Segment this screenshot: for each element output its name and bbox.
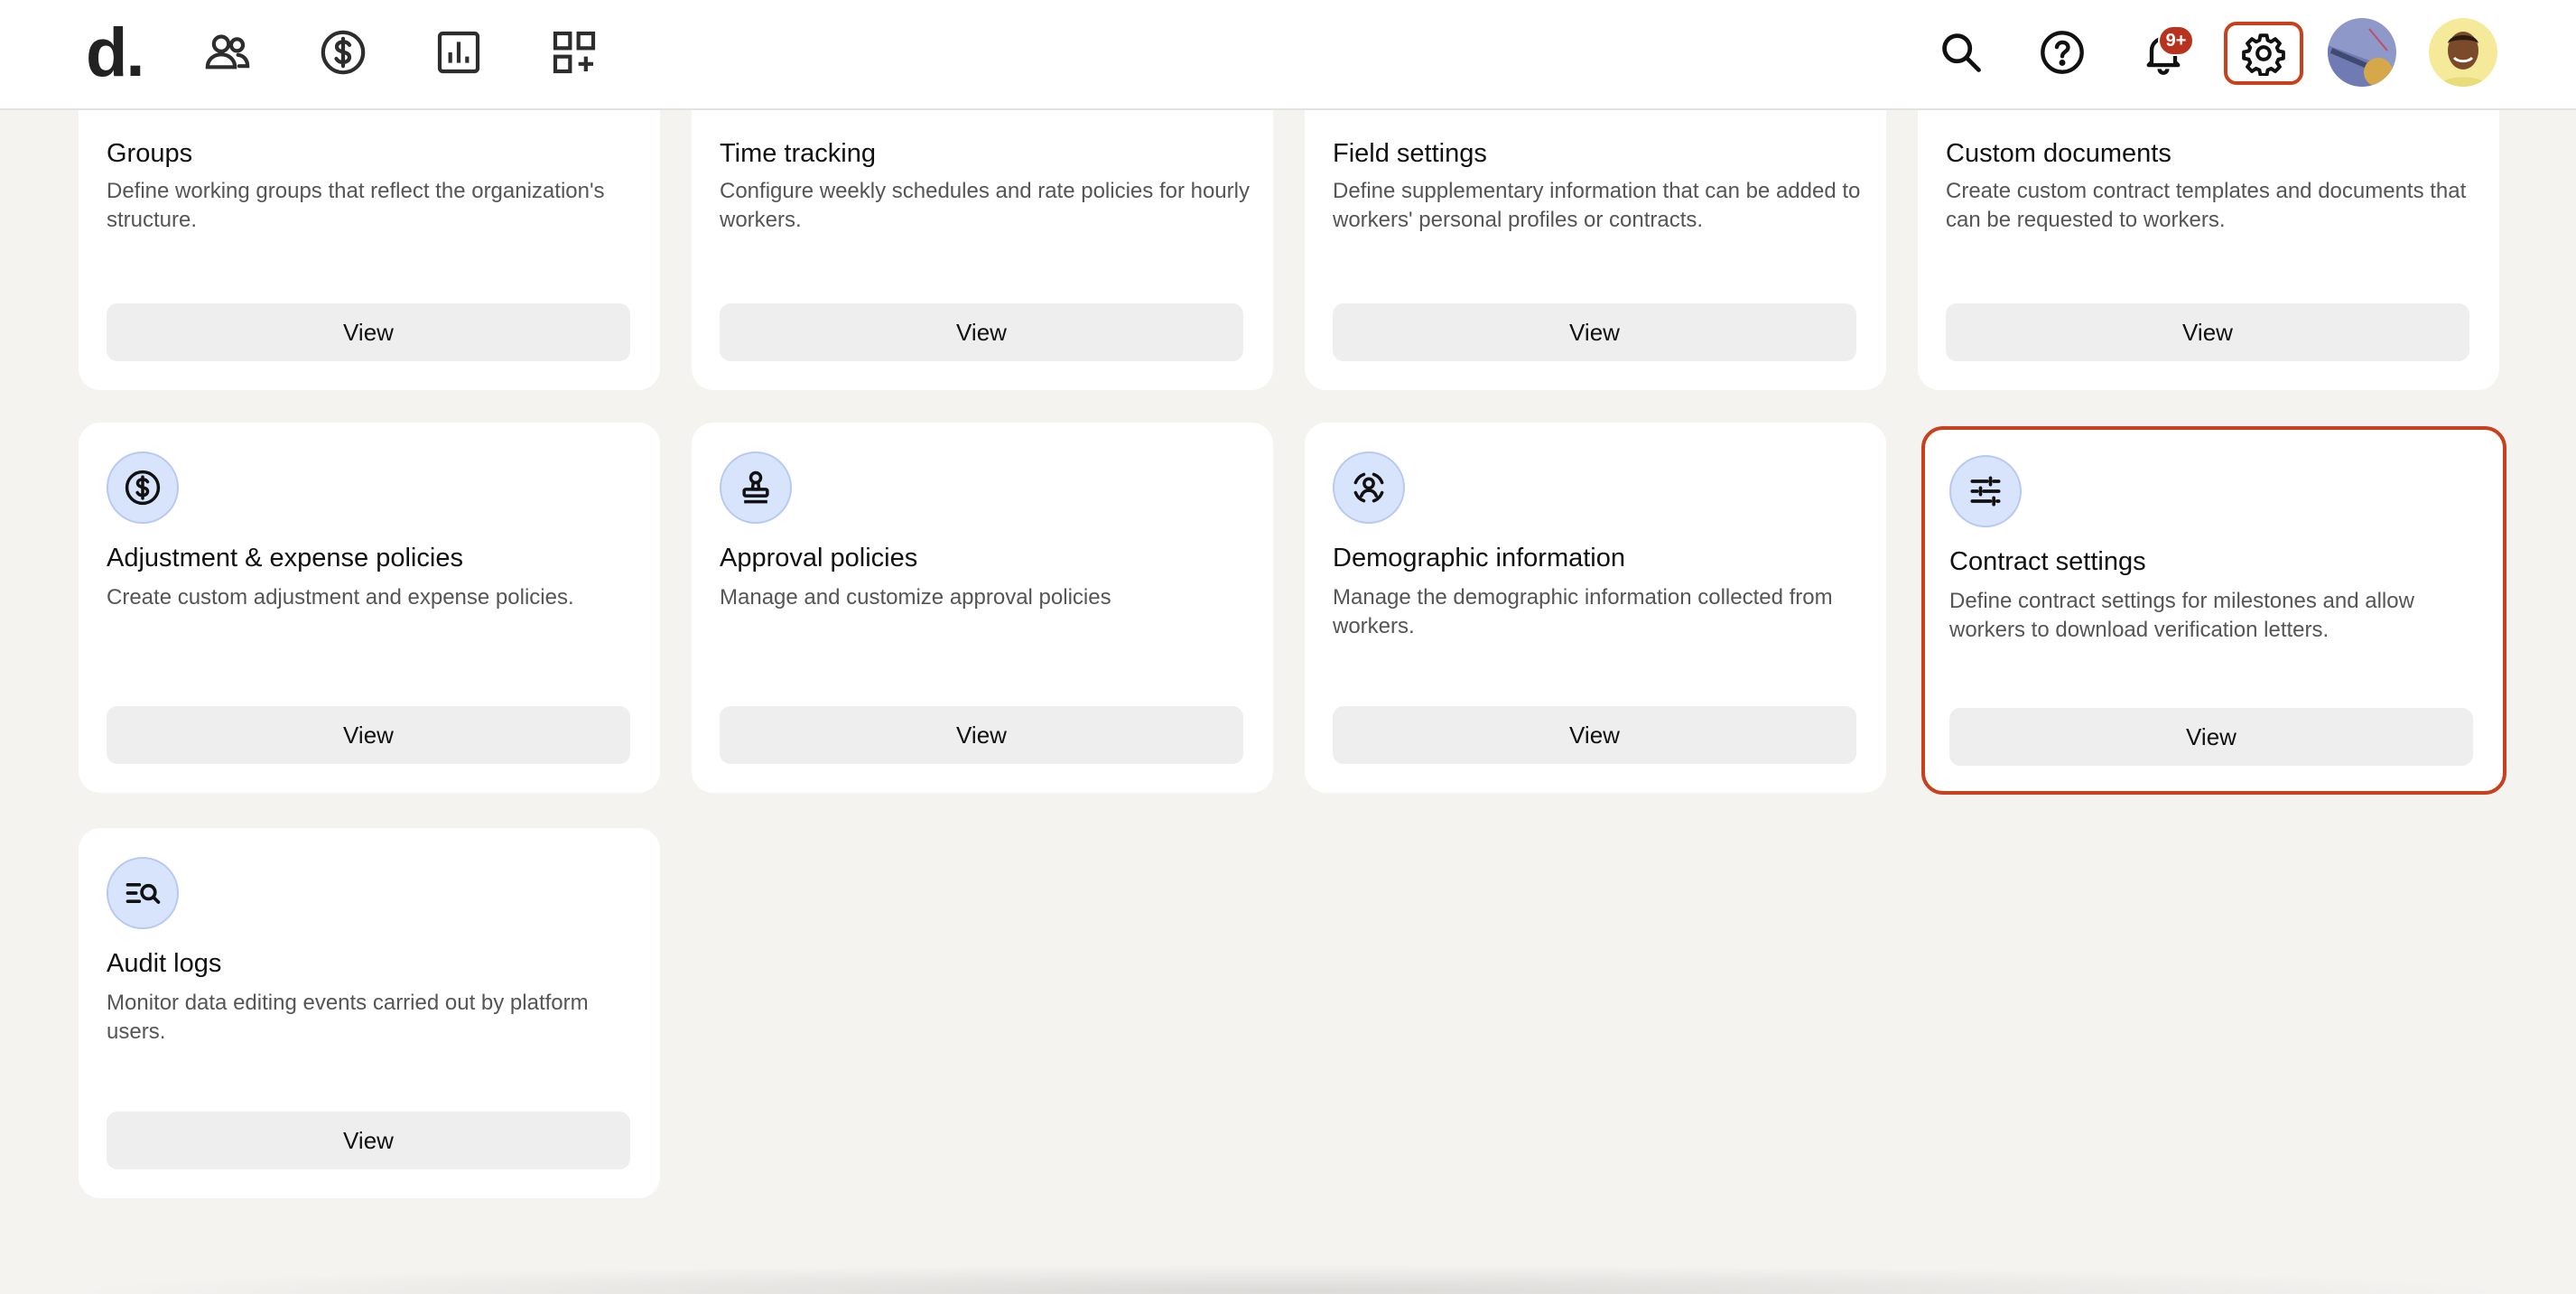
view-button[interactable]: View <box>107 1112 630 1169</box>
logo[interactable]: d. <box>86 13 145 94</box>
stamp-icon <box>720 452 792 524</box>
card-description: Create custom contract templates and doc… <box>1946 179 2467 232</box>
dollar-icon[interactable] <box>316 25 370 79</box>
scroll-shadow <box>54 1264 2528 1294</box>
search-icon[interactable] <box>1932 23 1990 81</box>
card-adjustment-expense-policies: Adjustment & expense policies Create cus… <box>79 423 660 793</box>
card-title: Audit logs <box>107 949 222 978</box>
card-description: Monitor data editing events carried out … <box>107 991 589 1044</box>
card-audit-logs: Audit logs Monitor data editing events c… <box>79 828 660 1198</box>
card-title: Custom documents <box>1946 139 2171 168</box>
chart-icon[interactable] <box>432 25 486 79</box>
card-title: Adjustment & expense policies <box>107 544 463 573</box>
top-bar: d. 9+ <box>0 0 2576 110</box>
card-title: Contract settings <box>1949 547 2146 576</box>
card-description: Manage the demographic information colle… <box>1333 585 1833 638</box>
card-title: Time tracking <box>720 139 876 168</box>
card-title: Field settings <box>1333 139 1487 168</box>
card-description: Configure weekly schedules and rate poli… <box>720 179 1250 232</box>
person-scan-icon <box>1333 452 1405 524</box>
gear-icon[interactable] <box>2224 22 2303 85</box>
apps-add-icon[interactable] <box>547 25 601 79</box>
card-description: Define supplementary information that ca… <box>1333 179 1861 232</box>
people-icon[interactable] <box>200 25 255 79</box>
view-button[interactable]: View <box>720 706 1243 764</box>
view-button[interactable]: View <box>107 706 630 764</box>
card-title: Approval policies <box>720 544 918 573</box>
card-approval-policies: Approval policies Manage and customize a… <box>692 423 1273 793</box>
help-icon[interactable] <box>2033 23 2091 81</box>
card-title: Demographic information <box>1333 544 1625 573</box>
card-description: Define contract settings for milestones … <box>1949 589 2414 642</box>
view-button[interactable]: View <box>107 303 630 361</box>
card-description: Create custom adjustment and expense pol… <box>107 585 574 610</box>
card-description: Define working groups that reflect the o… <box>107 179 605 232</box>
notification-badge: 9+ <box>2158 25 2194 56</box>
card-description: Manage and customize approval policies <box>720 585 1111 610</box>
view-button[interactable]: View <box>1333 706 1856 764</box>
search-list-icon <box>107 857 179 929</box>
card-title: Groups <box>107 139 193 168</box>
view-button[interactable]: View <box>1333 303 1856 361</box>
company-avatar[interactable] <box>2328 18 2396 87</box>
view-button[interactable]: View <box>1949 708 2473 766</box>
user-avatar[interactable] <box>2429 18 2497 87</box>
dollar-circle-icon <box>107 452 179 524</box>
view-button[interactable]: View <box>720 303 1243 361</box>
card-demographic-information: Demographic information Manage the demog… <box>1305 423 1886 793</box>
sliders-icon <box>1949 455 2022 527</box>
view-button[interactable]: View <box>1946 303 2469 361</box>
card-contract-settings: Contract settings Define contract settin… <box>1921 426 2506 795</box>
